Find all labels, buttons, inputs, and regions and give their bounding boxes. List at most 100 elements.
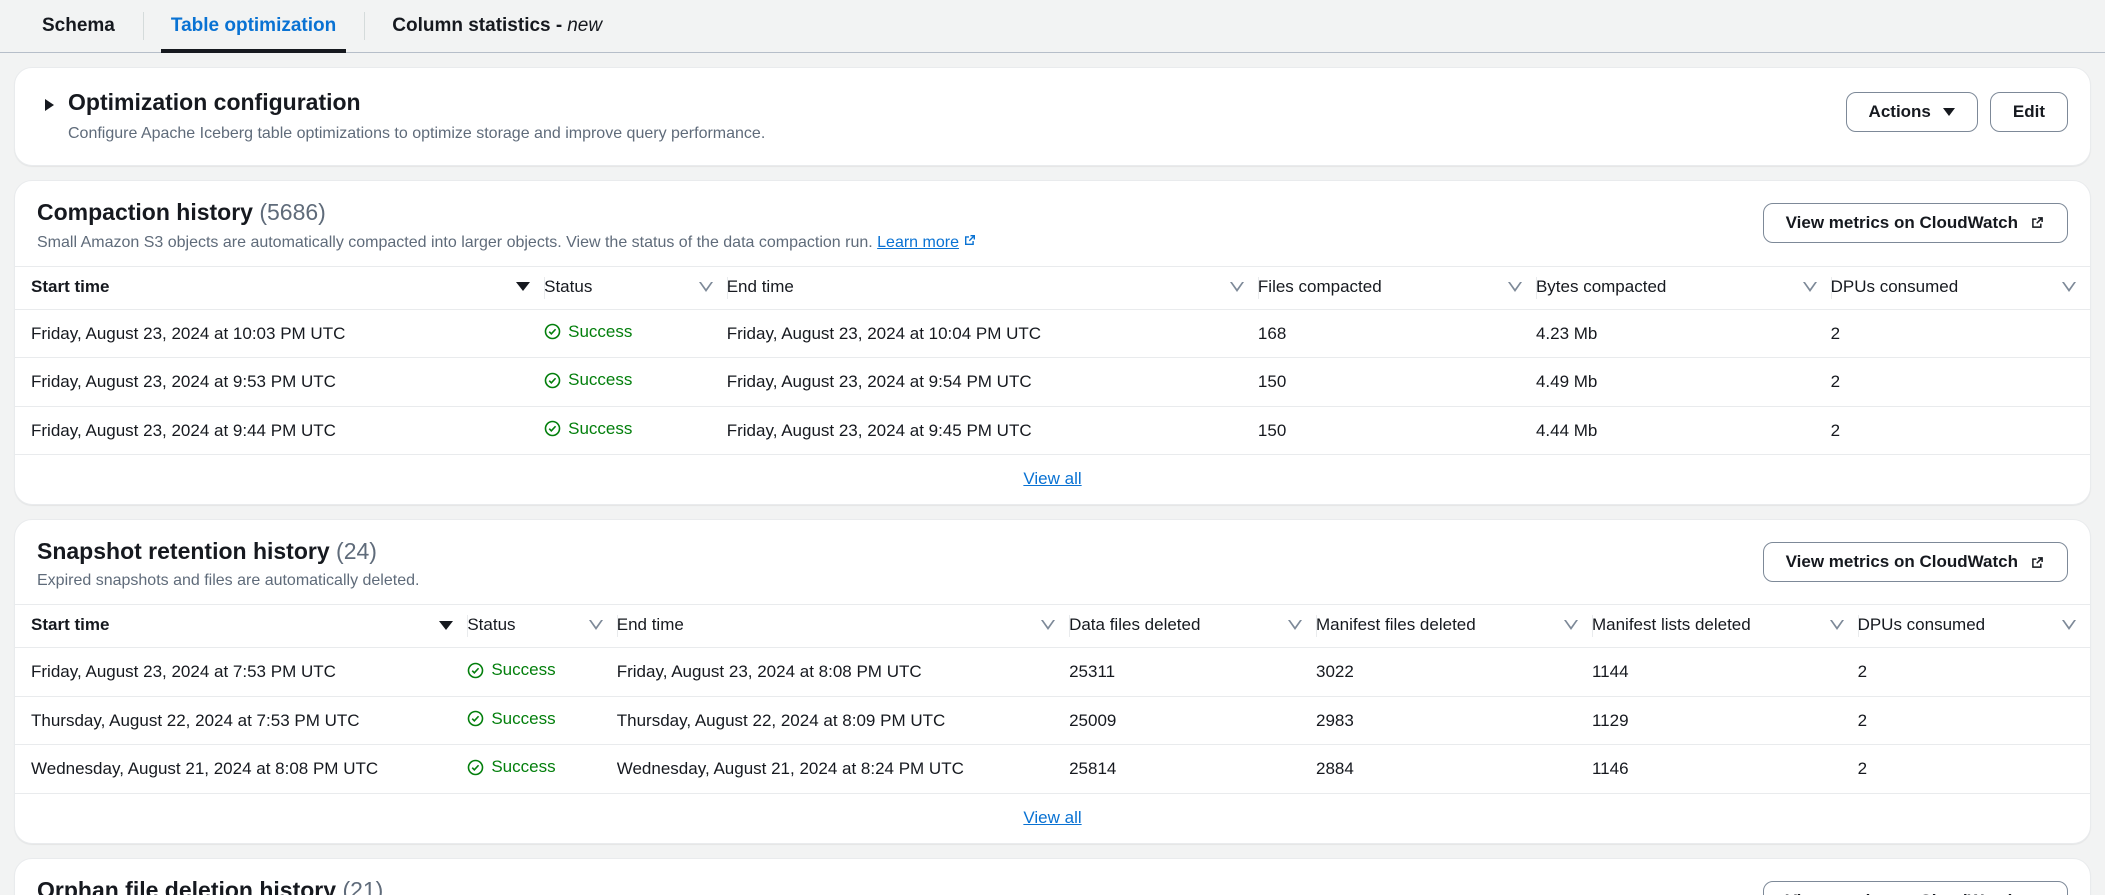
- tab-bar: Schema Table optimization Column statist…: [0, 0, 2105, 53]
- snapshot-retention-history-card: Snapshot retention history (24) Expired …: [14, 519, 2091, 844]
- view-all-link[interactable]: View all: [1023, 808, 1081, 828]
- snapshot-retention-history-title: Snapshot retention history (24): [37, 538, 419, 565]
- chevron-right-icon[interactable]: [45, 99, 54, 111]
- table-row: Friday, August 23, 2024 at 10:03 PM UTC …: [15, 309, 2090, 358]
- orphan-view-metrics-cloudwatch-button[interactable]: View metrics on CloudWatch: [1763, 881, 2068, 895]
- cell-start-time: Friday, August 23, 2024 at 10:03 PM UTC: [15, 309, 544, 358]
- cell-manifest-files-deleted: 2884: [1316, 745, 1592, 793]
- tab-column-statistics-new-badge: new: [567, 15, 602, 37]
- cell-end-time: Friday, August 23, 2024 at 10:04 PM UTC: [727, 309, 1258, 358]
- compaction-history-table: Start time Status End time Files compact…: [15, 266, 2090, 455]
- success-icon: [467, 710, 484, 727]
- snapshot-view-metrics-label: View metrics on CloudWatch: [1786, 552, 2018, 572]
- cell-start-time: Wednesday, August 21, 2024 at 8:08 PM UT…: [15, 745, 467, 793]
- cell-dpus-consumed: 2: [1831, 358, 2090, 407]
- status-label: Success: [568, 419, 632, 439]
- cell-data-files-deleted: 25814: [1069, 745, 1316, 793]
- cell-dpus-consumed: 2: [1858, 696, 2090, 745]
- column-header-label: End time: [617, 615, 684, 635]
- compaction-history-title-text: Compaction history: [37, 199, 253, 225]
- column-header-label: End time: [727, 277, 794, 297]
- column-header-label: Data files deleted: [1069, 615, 1200, 635]
- sort-icon: [1803, 282, 1817, 292]
- snapshot-retention-history-description: Expired snapshots and files are automati…: [37, 572, 419, 590]
- cell-dpus-consumed: 2: [1858, 648, 2090, 697]
- cell-status: Success: [544, 309, 727, 358]
- column-header-label: Manifest files deleted: [1316, 615, 1476, 635]
- edit-button[interactable]: Edit: [1990, 92, 2068, 132]
- column-header-label: Manifest lists deleted: [1592, 615, 1751, 635]
- cell-dpus-consumed: 2: [1831, 406, 2090, 454]
- column-header-data-files-deleted[interactable]: Data files deleted: [1069, 605, 1316, 648]
- external-link-icon: [2030, 215, 2045, 230]
- column-header-status[interactable]: Status: [467, 605, 616, 648]
- sort-icon: [1564, 620, 1578, 630]
- edit-button-label: Edit: [2013, 102, 2045, 122]
- sort-icon: [1830, 620, 1844, 630]
- actions-button[interactable]: Actions: [1846, 92, 1978, 132]
- cell-files-compacted: 150: [1258, 406, 1536, 454]
- view-all-link[interactable]: View all: [1023, 469, 1081, 489]
- column-header-label: Status: [544, 277, 592, 297]
- sort-icon: [589, 620, 603, 630]
- success-icon: [544, 372, 561, 389]
- cell-files-compacted: 150: [1258, 358, 1536, 407]
- column-header-bytes-compacted[interactable]: Bytes compacted: [1536, 266, 1831, 309]
- compaction-view-all-row: View all: [15, 454, 2090, 504]
- snapshot-retention-history-table: Start time Status End time Data files de…: [15, 604, 2090, 793]
- tab-schema[interactable]: Schema: [14, 0, 143, 52]
- sort-icon: [1230, 282, 1244, 292]
- cell-manifest-lists-deleted: 1129: [1592, 696, 1858, 745]
- cell-status: Success: [544, 406, 727, 454]
- column-header-start-time[interactable]: Start time: [15, 266, 544, 309]
- column-header-label: DPUs consumed: [1858, 615, 1986, 635]
- column-header-dpus-consumed[interactable]: DPUs consumed: [1831, 266, 2090, 309]
- tab-column-statistics-label: Column statistics -: [392, 15, 562, 37]
- sort-icon: [1288, 620, 1302, 630]
- column-header-end-time[interactable]: End time: [727, 266, 1258, 309]
- cell-bytes-compacted: 4.49 Mb: [1536, 358, 1831, 407]
- compaction-history-card: Compaction history (5686) Small Amazon S…: [14, 180, 2091, 506]
- column-header-status[interactable]: Status: [544, 266, 727, 309]
- cell-data-files-deleted: 25009: [1069, 696, 1316, 745]
- cell-end-time: Friday, August 23, 2024 at 9:45 PM UTC: [727, 406, 1258, 454]
- tab-table-optimization[interactable]: Table optimization: [143, 0, 364, 52]
- snapshot-view-metrics-cloudwatch-button[interactable]: View metrics on CloudWatch: [1763, 542, 2068, 582]
- column-header-manifest-lists-deleted[interactable]: Manifest lists deleted: [1592, 605, 1858, 648]
- compaction-history-description-text: Small Amazon S3 objects are automaticall…: [37, 234, 873, 251]
- table-optimization-page: Schema Table optimization Column statist…: [0, 0, 2105, 895]
- cell-bytes-compacted: 4.23 Mb: [1536, 309, 1831, 358]
- chevron-down-icon: [1943, 108, 1955, 116]
- external-link-icon: [963, 233, 977, 247]
- snapshot-retention-history-count: (24): [336, 538, 377, 564]
- sort-descending-icon: [439, 621, 453, 630]
- cell-end-time: Wednesday, August 21, 2024 at 8:24 PM UT…: [617, 745, 1069, 793]
- optimization-configuration-description: Configure Apache Iceberg table optimizat…: [68, 125, 765, 143]
- success-icon: [544, 420, 561, 437]
- compaction-view-metrics-cloudwatch-button[interactable]: View metrics on CloudWatch: [1763, 203, 2068, 243]
- orphan-file-deletion-history-count: (21): [342, 877, 383, 895]
- compaction-history-learn-more-link[interactable]: Learn more: [877, 234, 959, 251]
- snapshot-view-all-row: View all: [15, 793, 2090, 843]
- column-header-end-time[interactable]: End time: [617, 605, 1069, 648]
- column-header-start-time[interactable]: Start time: [15, 605, 467, 648]
- cell-status: Success: [467, 745, 616, 793]
- cell-manifest-files-deleted: 2983: [1316, 696, 1592, 745]
- column-header-manifest-files-deleted[interactable]: Manifest files deleted: [1316, 605, 1592, 648]
- status-label: Success: [568, 370, 632, 390]
- column-header-files-compacted[interactable]: Files compacted: [1258, 266, 1536, 309]
- cell-start-time: Friday, August 23, 2024 at 9:44 PM UTC: [15, 406, 544, 454]
- tab-column-statistics[interactable]: Column statistics - new: [364, 0, 630, 52]
- column-header-dpus-consumed[interactable]: DPUs consumed: [1858, 605, 2090, 648]
- cell-manifest-files-deleted: 3022: [1316, 648, 1592, 697]
- compaction-view-metrics-label: View metrics on CloudWatch: [1786, 213, 2018, 233]
- column-header-label: Files compacted: [1258, 277, 1382, 297]
- table-row: Wednesday, August 21, 2024 at 8:08 PM UT…: [15, 745, 2090, 793]
- cell-start-time: Thursday, August 22, 2024 at 7:53 PM UTC: [15, 696, 467, 745]
- optimization-configuration-card: Optimization configuration Configure Apa…: [14, 67, 2091, 166]
- column-header-label: Start time: [31, 277, 109, 297]
- sort-icon: [699, 282, 713, 292]
- cell-end-time: Friday, August 23, 2024 at 8:08 PM UTC: [617, 648, 1069, 697]
- table-row: Thursday, August 22, 2024 at 7:53 PM UTC…: [15, 696, 2090, 745]
- success-icon: [467, 759, 484, 776]
